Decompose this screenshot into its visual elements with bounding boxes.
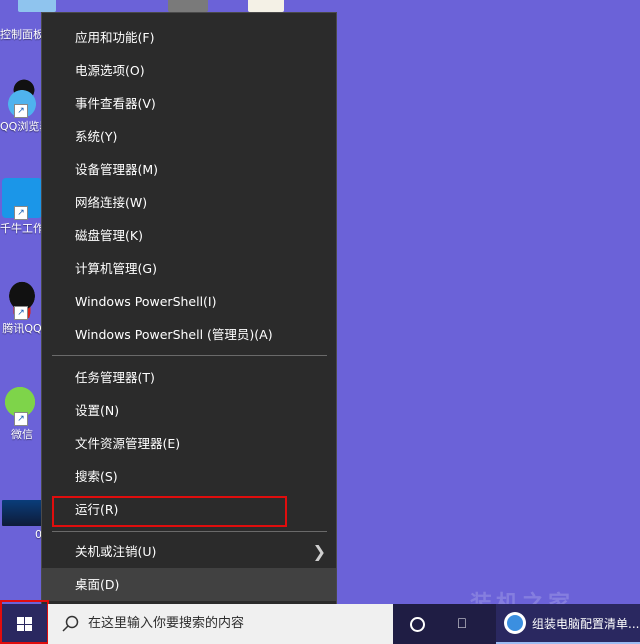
menu-item-shutdown-signout[interactable]: 关机或注销(U) ❯ (42, 535, 336, 568)
shortcut-arrow-icon: ↗ (14, 206, 28, 220)
taskbar: 在这里输入你要搜索的内容 ⎕ 组装电脑配置清单... (0, 600, 640, 644)
desktop-icon-video[interactable]: 0 (0, 500, 44, 541)
menu-item-label: 计算机管理(G) (75, 261, 157, 276)
menu-item-file-explorer[interactable]: 文件资源管理器(E) (42, 427, 336, 460)
menu-item-powershell[interactable]: Windows PowerShell(I) (42, 285, 336, 318)
taskbar-app-title: 组装电脑配置清单... (532, 617, 640, 631)
menu-item-label: 电源选项(O) (75, 63, 145, 78)
desktop-icon-wechat[interactable]: ↗ 微信 (0, 384, 44, 442)
menu-item-label: 搜索(S) (75, 469, 118, 484)
menu-item-network-connections[interactable]: 网络连接(W) (42, 186, 336, 219)
menu-item-label: 应用和功能(F) (75, 30, 155, 45)
menu-item-powershell-admin[interactable]: Windows PowerShell (管理员)(A) (42, 318, 336, 351)
video-thumbnail-icon (2, 500, 42, 526)
menu-item-device-manager[interactable]: 设备管理器(M) (42, 153, 336, 186)
menu-item-desktop[interactable]: 桌面(D) (42, 568, 336, 601)
shortcut-arrow-icon: ↗ (14, 306, 28, 320)
menu-item-label: 磁盘管理(K) (75, 228, 143, 243)
cortana-circle-icon (409, 617, 425, 632)
taskbar-app-sogou[interactable]: 组装电脑配置清单... (496, 604, 640, 644)
window-thumbnail (168, 0, 208, 12)
desktop-icon-qq[interactable]: ↗ 腾讯QQ (0, 278, 44, 336)
menu-item-task-manager[interactable]: 任务管理器(T) (42, 361, 336, 394)
menu-item-power-options[interactable]: 电源选项(O) (42, 54, 336, 87)
menu-item-search[interactable]: 搜索(S) (42, 460, 336, 493)
desktop-icon-label: 千牛工作台 (0, 222, 55, 235)
menu-item-label: 设备管理器(M) (75, 162, 159, 177)
menu-item-label: 文件资源管理器(E) (75, 436, 181, 451)
menu-item-label: 网络连接(W) (75, 195, 148, 210)
search-placeholder: 在这里输入你要搜索的内容 (88, 616, 245, 631)
task-view-button[interactable]: ⎕ (450, 604, 474, 644)
desktop-icon-label: 微信 (11, 428, 33, 441)
windows-logo-icon (17, 617, 33, 632)
menu-item-label: 桌面(D) (75, 577, 120, 592)
desktop-icon-control-panel[interactable]: 控制面板 (0, 26, 44, 42)
shortcut-arrow-icon: ↗ (14, 412, 28, 426)
menu-item-run[interactable]: 运行(R) (42, 493, 336, 526)
desktop-icon-label: 腾讯QQ (2, 322, 42, 335)
menu-item-label: 系统(Y) (75, 129, 118, 144)
desktop-icon-qianniu[interactable]: ↗ 千牛工作台 (0, 178, 55, 236)
search-icon (62, 615, 79, 632)
menu-item-label: 任务管理器(T) (75, 370, 155, 385)
desktop-icon-label: QQ浏览器 (0, 120, 51, 133)
chevron-right-icon: ❯ (312, 542, 326, 561)
desktop-icon-qq-browser[interactable]: ↗ QQ浏览器 (0, 76, 51, 134)
wechat-icon: ↗ (2, 384, 42, 426)
menu-item-label: 事件查看器(V) (75, 96, 156, 111)
menu-separator (52, 355, 327, 356)
menu-item-label: 运行(R) (75, 502, 119, 517)
start-button[interactable] (0, 604, 48, 644)
menu-item-apps-features[interactable]: 应用和功能(F) (42, 21, 336, 54)
menu-item-label: Windows PowerShell(I) (75, 294, 217, 309)
menu-item-settings[interactable]: 设置(N) (42, 394, 336, 427)
menu-separator (52, 531, 327, 532)
menu-item-event-viewer[interactable]: 事件查看器(V) (42, 87, 336, 120)
menu-item-computer-management[interactable]: 计算机管理(G) (42, 252, 336, 285)
menu-item-label: 设置(N) (75, 403, 120, 418)
taskbar-search-box[interactable]: 在这里输入你要搜索的内容 (48, 604, 393, 644)
task-view-icon: ⎕ (457, 616, 467, 632)
qq-browser-icon: ↗ (2, 76, 42, 118)
shortcut-arrow-icon: ↗ (14, 104, 28, 118)
cortana-button[interactable] (405, 604, 429, 644)
menu-item-disk-management[interactable]: 磁盘管理(K) (42, 219, 336, 252)
winx-context-menu: 应用和功能(F) 电源选项(O) 事件查看器(V) 系统(Y) 设备管理器(M)… (41, 12, 337, 606)
window-thumbnail (248, 0, 284, 12)
menu-item-label: Windows PowerShell (管理员)(A) (75, 327, 273, 342)
qq-icon: ↗ (2, 278, 42, 320)
menu-item-system[interactable]: 系统(Y) (42, 120, 336, 153)
menu-item-label: 关机或注销(U) (75, 544, 157, 559)
sogou-browser-icon (504, 612, 526, 634)
desktop-icon-label: 控制面板 (0, 28, 44, 41)
qianniu-icon: ↗ (2, 178, 42, 220)
window-thumbnail (18, 0, 56, 12)
desktop-icon-label: 0 (35, 528, 42, 541)
